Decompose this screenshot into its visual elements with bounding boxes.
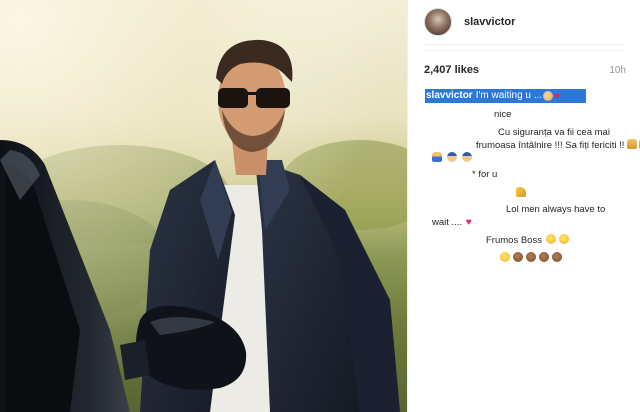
folded-hands-emoji-icon [432, 152, 442, 162]
emoji-row [500, 252, 562, 262]
comment-line: Cu siguranța va fii cea mai [498, 127, 610, 138]
red-heart-emoji-icon: ♥ [554, 90, 561, 102]
police-face-emoji-icon [462, 152, 472, 162]
caption-text: I'm waiting u ... [475, 90, 543, 101]
winking-face-emoji-icon [559, 234, 570, 244]
man-face-emoji-icon [526, 252, 536, 262]
caption-username[interactable]: slavvictor [426, 89, 473, 103]
comment-for-u: * for u [472, 169, 498, 180]
emoji-row [432, 152, 474, 162]
police-face-emoji-icon [447, 152, 457, 162]
comment-nice: nice [494, 109, 512, 120]
post-time[interactable]: 10h [609, 65, 626, 76]
username-link[interactable]: slavvictor [464, 16, 515, 28]
comment-text: Frumos Boss [486, 235, 542, 246]
comment-line: Frumos Boss [486, 234, 570, 247]
family-face-emoji-icon [552, 252, 562, 262]
man-face-emoji-icon [543, 91, 554, 101]
comment-text: wait .... [432, 217, 463, 228]
likes-count[interactable]: 2,407 likes [424, 64, 479, 76]
comment-line: frumoasa întâlnire !!! Sa fiți fericiti … [476, 139, 640, 152]
header-divider [424, 44, 624, 45]
monkey-face-emoji-icon [513, 252, 523, 262]
likes-row: 2,407 likes 10h [424, 63, 626, 77]
tongue-face-emoji-icon [500, 252, 510, 262]
header-divider-2 [424, 50, 624, 51]
comment-line: Lol men always have to [506, 204, 606, 215]
emoji-row [516, 187, 526, 197]
post-photo[interactable] [0, 0, 407, 412]
woman-face-emoji-icon [539, 252, 549, 262]
folded-hands-emoji-icon [627, 139, 637, 149]
post-header: slavvictor [408, 0, 640, 44]
thumbs-up-emoji-icon [516, 187, 526, 197]
post-details-panel: slavvictor 2,407 likes 10h slavvictor I'… [407, 0, 640, 412]
avatar[interactable] [424, 8, 452, 36]
comment-line: wait .... ♥ [432, 216, 476, 229]
red-heart-emoji-icon: ♥ [465, 217, 472, 228]
post-photo-illustration [0, 0, 407, 412]
smiling-face-emoji-icon [545, 234, 556, 244]
caption-highlighted: slavvictor I'm waiting u ... ♥ [425, 89, 586, 103]
comment-text: frumoasa întâlnire !!! Sa fiți fericiti … [476, 140, 625, 151]
